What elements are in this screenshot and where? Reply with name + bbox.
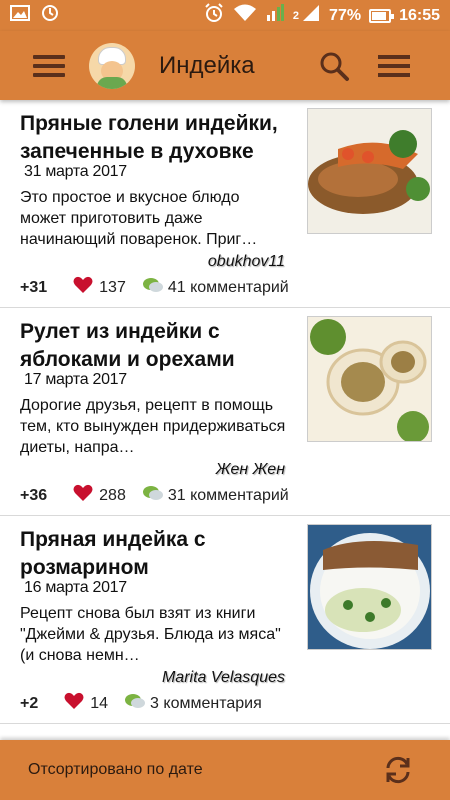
sort-label[interactable]: Отсортировано по дате — [28, 761, 378, 779]
app-bar: Индейка — [0, 31, 450, 100]
search-icon[interactable] — [312, 44, 356, 88]
recipe-stats: +2 14 3 комментария — [20, 692, 262, 715]
rating-value: +36 — [20, 486, 48, 504]
recipe-thumbnail[interactable] — [307, 316, 432, 442]
signal-icon — [265, 3, 285, 28]
comments-count[interactable]: 41 комментарий — [168, 279, 289, 297]
signal-icon — [301, 3, 321, 28]
recipe-card[interactable]: Рулет из индейки с яблоками и орехами 17… — [0, 308, 450, 516]
chef-logo[interactable] — [89, 42, 135, 89]
recipe-description: Рецепт снова был взят из книги "Джейми &… — [20, 605, 281, 664]
sim-slot-indicator: 2 — [292, 9, 300, 22]
recipe-author[interactable]: obukhov11 — [208, 253, 285, 271]
refresh-icon[interactable] — [378, 750, 418, 790]
recipe-date: 17 марта 2017 — [24, 371, 127, 388]
recipe-card[interactable]: Пряная индейка с розмарином 16 марта 201… — [0, 516, 450, 724]
page-title: Индейка — [159, 51, 255, 79]
rating-value: +31 — [20, 278, 48, 296]
recipe-card[interactable]: Пряные голени индейки, запеченные в духо… — [0, 100, 450, 308]
recipe-title[interactable]: Пряные голени индейки, запеченные в духо… — [20, 110, 295, 166]
sync-icon — [40, 3, 60, 28]
recipe-stats: +36 288 31 комментарий — [20, 484, 289, 507]
bottom-bar: Отсортировано по дате — [0, 740, 450, 800]
battery-percent: 77% — [329, 6, 362, 24]
recipe-date: 16 марта 2017 — [24, 579, 127, 596]
recipe-date: 31 марта 2017 — [24, 163, 127, 180]
recipe-author[interactable]: Marita Velasques — [162, 669, 285, 687]
comment-bubble-icon[interactable] — [142, 276, 164, 299]
heart-icon[interactable] — [64, 692, 84, 715]
recipe-title[interactable]: Рулет из индейки с яблоками и орехами — [20, 318, 295, 374]
heart-icon[interactable] — [73, 484, 93, 507]
comment-bubble-icon[interactable] — [142, 484, 164, 507]
recipe-thumbnail[interactable] — [307, 108, 432, 234]
overflow-menu-icon[interactable] — [372, 44, 416, 88]
clock: 16:55 — [399, 6, 440, 24]
likes-count: 288 — [99, 486, 126, 504]
rating-value: +2 — [20, 694, 39, 712]
recipe-title[interactable]: Пряная индейка с розмарином — [20, 526, 295, 582]
recipe-thumbnail[interactable] — [307, 524, 432, 650]
comment-bubble-icon[interactable] — [124, 692, 146, 715]
recipe-description: Дорогие друзья, рецепт в помощь тем, кто… — [20, 397, 286, 456]
status-bar: 2 77% 16:55 — [0, 0, 450, 31]
likes-count: 14 — [90, 694, 109, 712]
wifi-icon — [233, 3, 257, 28]
recipe-stats: +31 137 41 комментарий — [20, 276, 289, 299]
hamburger-icon[interactable] — [33, 44, 77, 88]
comments-count[interactable]: 3 комментария — [150, 695, 262, 713]
recipe-author[interactable]: Жен Жен — [216, 461, 285, 479]
heart-icon[interactable] — [73, 276, 93, 299]
battery-icon — [369, 8, 395, 23]
likes-count: 137 — [99, 278, 126, 296]
image-icon — [10, 5, 30, 26]
recipe-list[interactable]: Пряные голени индейки, запеченные в духо… — [0, 100, 450, 740]
comments-count[interactable]: 31 комментарий — [168, 487, 289, 505]
alarm-icon — [203, 2, 225, 29]
recipe-description: Это простое и вкусное блюдо может пригот… — [20, 189, 258, 248]
